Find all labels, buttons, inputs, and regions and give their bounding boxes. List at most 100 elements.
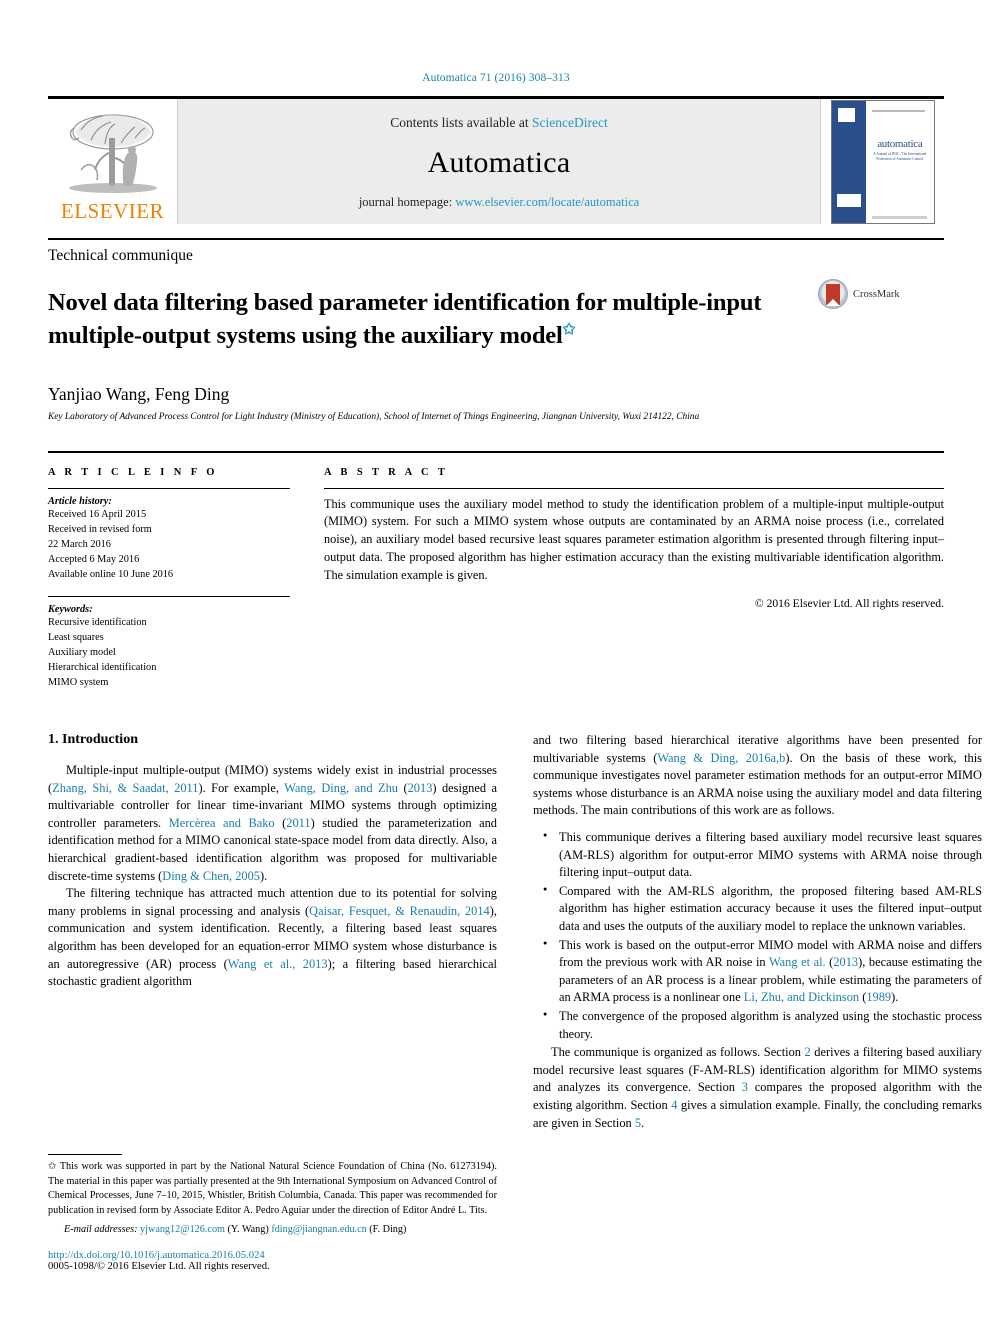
list-item: Compared with the AM-RLS algorithm, the … — [543, 883, 982, 936]
email-link[interactable]: yjwang12@126.com — [140, 1224, 225, 1235]
citation-link[interactable]: 2011 — [286, 816, 310, 830]
paper-page: Automatica 71 (2016) 308–313 ELSEVIER Co… — [0, 0, 992, 1323]
paragraph: Multiple-input multiple-output (MIMO) sy… — [48, 762, 497, 885]
journal-homepage-link[interactable]: www.elsevier.com/locate/automatica — [455, 195, 639, 209]
email-owner: (F. Ding) — [369, 1224, 407, 1236]
text-run: . — [641, 1115, 645, 1130]
journal-cover-thumbnail: automatica A Journal of IFAC, The Intern… — [820, 99, 944, 224]
citation-link[interactable]: Wang & Ding, 2016a,b — [657, 751, 785, 765]
article-history-label: Article history: — [48, 495, 112, 507]
article-info-heading: A R T I C L E I N F O — [48, 466, 218, 478]
author-list: Yanjiao Wang, Feng Ding — [48, 384, 230, 405]
elsevier-tree-icon — [68, 114, 157, 193]
funding-footnote: ✩ This work was supported in part by the… — [48, 1160, 497, 1218]
cover-header-rule — [872, 109, 926, 112]
journal-masthead: ELSEVIER Contents lists available at Sci… — [48, 96, 944, 224]
keyword-item: Recursive identification — [48, 616, 147, 628]
body-columns: 1. Introduction Multiple-input multiple-… — [48, 732, 982, 1272]
cover-image: automatica A Journal of IFAC, The Intern… — [830, 99, 935, 224]
text-run: This communique derives a filtering base… — [559, 829, 982, 880]
citation-link[interactable]: 2013 — [833, 955, 858, 969]
journal-homepage-line: journal homepage: www.elsevier.com/locat… — [359, 195, 639, 210]
paragraph: The communique is organized as follows. … — [533, 1044, 982, 1132]
crossmark-icon — [818, 279, 848, 309]
keyword-item: Least squares — [48, 631, 104, 643]
citation-link[interactable]: Zhang, Shi, & Saadat, 2011 — [52, 781, 198, 795]
affiliation: Key Laboratory of Advanced Process Contr… — [48, 412, 700, 423]
text-run: ). For example, — [198, 780, 285, 795]
title-text: Novel data filtering based parameter ide… — [48, 289, 762, 349]
journal-title: Automatica — [427, 146, 571, 179]
abstract-rule — [324, 487, 944, 489]
running-head: Automatica 71 (2016) 308–313 — [422, 72, 570, 84]
citation-link[interactable]: 2013 — [408, 781, 433, 795]
title-footnote-marker: ✩ — [562, 321, 576, 338]
citation-link[interactable]: Wang et al. — [769, 955, 826, 969]
text-run: The communique is organized as follows. … — [551, 1045, 805, 1060]
section-heading-introduction: 1. Introduction — [48, 731, 138, 747]
history-item: Available online 10 June 2016 — [48, 568, 174, 580]
text-run: The convergence of the proposed algorith… — [559, 1009, 982, 1041]
info-abstract-area: A R T I C L E I N F O Article history: R… — [48, 450, 944, 690]
elsevier-wordmark: ELSEVIER — [60, 199, 165, 223]
contributions-list: This communique derives a filtering base… — [533, 829, 982, 1043]
abstract-copyright: © 2016 Elsevier Ltd. All rights reserved… — [754, 596, 944, 610]
history-item: Received in revised form — [48, 523, 152, 535]
email-link[interactable]: fding@jiangnan.edu.cn — [271, 1224, 366, 1235]
citation-link[interactable]: Ding & Chen, 2005 — [162, 869, 260, 883]
homepage-prefix: journal homepage: — [358, 195, 456, 209]
left-column: 1. Introduction Multiple-input multiple-… — [48, 732, 497, 1272]
citation-link[interactable]: Mercèrea and Bako — [169, 816, 275, 830]
citation-link[interactable]: Wang et al., 2013 — [228, 957, 328, 971]
crossmark-label: CrossMark — [853, 288, 900, 300]
page-title: Novel data filtering based parameter ide… — [48, 287, 818, 352]
contents-prefix: Contents lists available at — [390, 115, 532, 130]
contents-available-line: Contents lists available at ScienceDirec… — [390, 115, 607, 131]
issn-copyright-line: 0005-1098/© 2016 Elsevier Ltd. All right… — [48, 1260, 270, 1272]
list-item: This work is based on the output-error M… — [543, 937, 982, 1007]
masthead-center: Contents lists available at ScienceDirec… — [178, 99, 820, 224]
list-item: The convergence of the proposed algorith… — [543, 1008, 982, 1043]
footnote-text: This work was supported in part by the N… — [48, 1161, 497, 1216]
text-run: ( — [274, 815, 287, 830]
cover-face: automatica A Journal of IFAC, The Intern… — [866, 101, 933, 223]
abstract-column: A B S T R A C T This communique uses the… — [314, 467, 944, 690]
keywords-block: Keywords: Recursive identification Least… — [48, 595, 290, 690]
email-label: E-mail addresses: — [64, 1224, 138, 1236]
history-item: Accepted 6 May 2016 — [48, 553, 140, 565]
email-owner: (Y. Wang) — [227, 1224, 269, 1236]
paragraph: and two filtering based hierarchical ite… — [533, 732, 982, 820]
citation-link[interactable]: Qaisar, Fesquet, & Renaudin, 2014 — [309, 904, 490, 918]
email-footnote: E-mail addresses: yjwang12@126.com (Y. W… — [48, 1223, 497, 1237]
doi-link[interactable]: http://dx.doi.org/10.1016/j.automatica.2… — [48, 1250, 497, 1261]
cover-journal-subtitle: A Journal of IFAC, The International Fed… — [873, 151, 927, 161]
citation-link[interactable]: 1989 — [866, 990, 891, 1004]
article-type: Technical communique — [48, 238, 944, 265]
footnote-rule — [48, 1154, 122, 1156]
keyword-item: Hierarchical identification — [48, 661, 157, 673]
list-item: This communique derives a filtering base… — [543, 829, 982, 882]
text-run: ). — [891, 990, 899, 1005]
citation-link[interactable]: Li, Zhu, and Dickinson — [744, 990, 859, 1004]
title-row: Novel data filtering based parameter ide… — [48, 271, 944, 368]
citation-link[interactable]: Wang, Ding, and Zhu — [284, 781, 398, 795]
cover-spine — [831, 100, 867, 223]
text-run: ( — [398, 780, 408, 795]
keywords-label: Keywords: — [48, 603, 93, 615]
footnote-block: ✩ This work was supported in part by the… — [48, 1154, 497, 1272]
cover-top-badge-icon — [837, 107, 855, 122]
abstract-text: This communique uses the auxiliary model… — [324, 496, 944, 582]
article-info-rule — [48, 487, 290, 489]
abstract-heading: A B S T R A C T — [324, 466, 449, 478]
crossmark-badge[interactable]: CrossMark — [818, 271, 934, 309]
sciencedirect-link[interactable]: ScienceDirect — [532, 115, 608, 130]
keyword-item: Auxiliary model — [48, 646, 116, 658]
article-info-column: A R T I C L E I N F O Article history: R… — [48, 467, 314, 690]
elsevier-logo: ELSEVIER — [48, 99, 178, 224]
right-column: and two filtering based hierarchical ite… — [533, 732, 982, 1272]
text-run: Compared with the AM-RLS algorithm, the … — [559, 883, 982, 933]
keywords-rule — [48, 595, 290, 597]
keyword-item: MIMO system — [48, 676, 109, 688]
cover-footer-rule — [872, 215, 928, 219]
cover-journal-name: automatica — [877, 137, 923, 150]
